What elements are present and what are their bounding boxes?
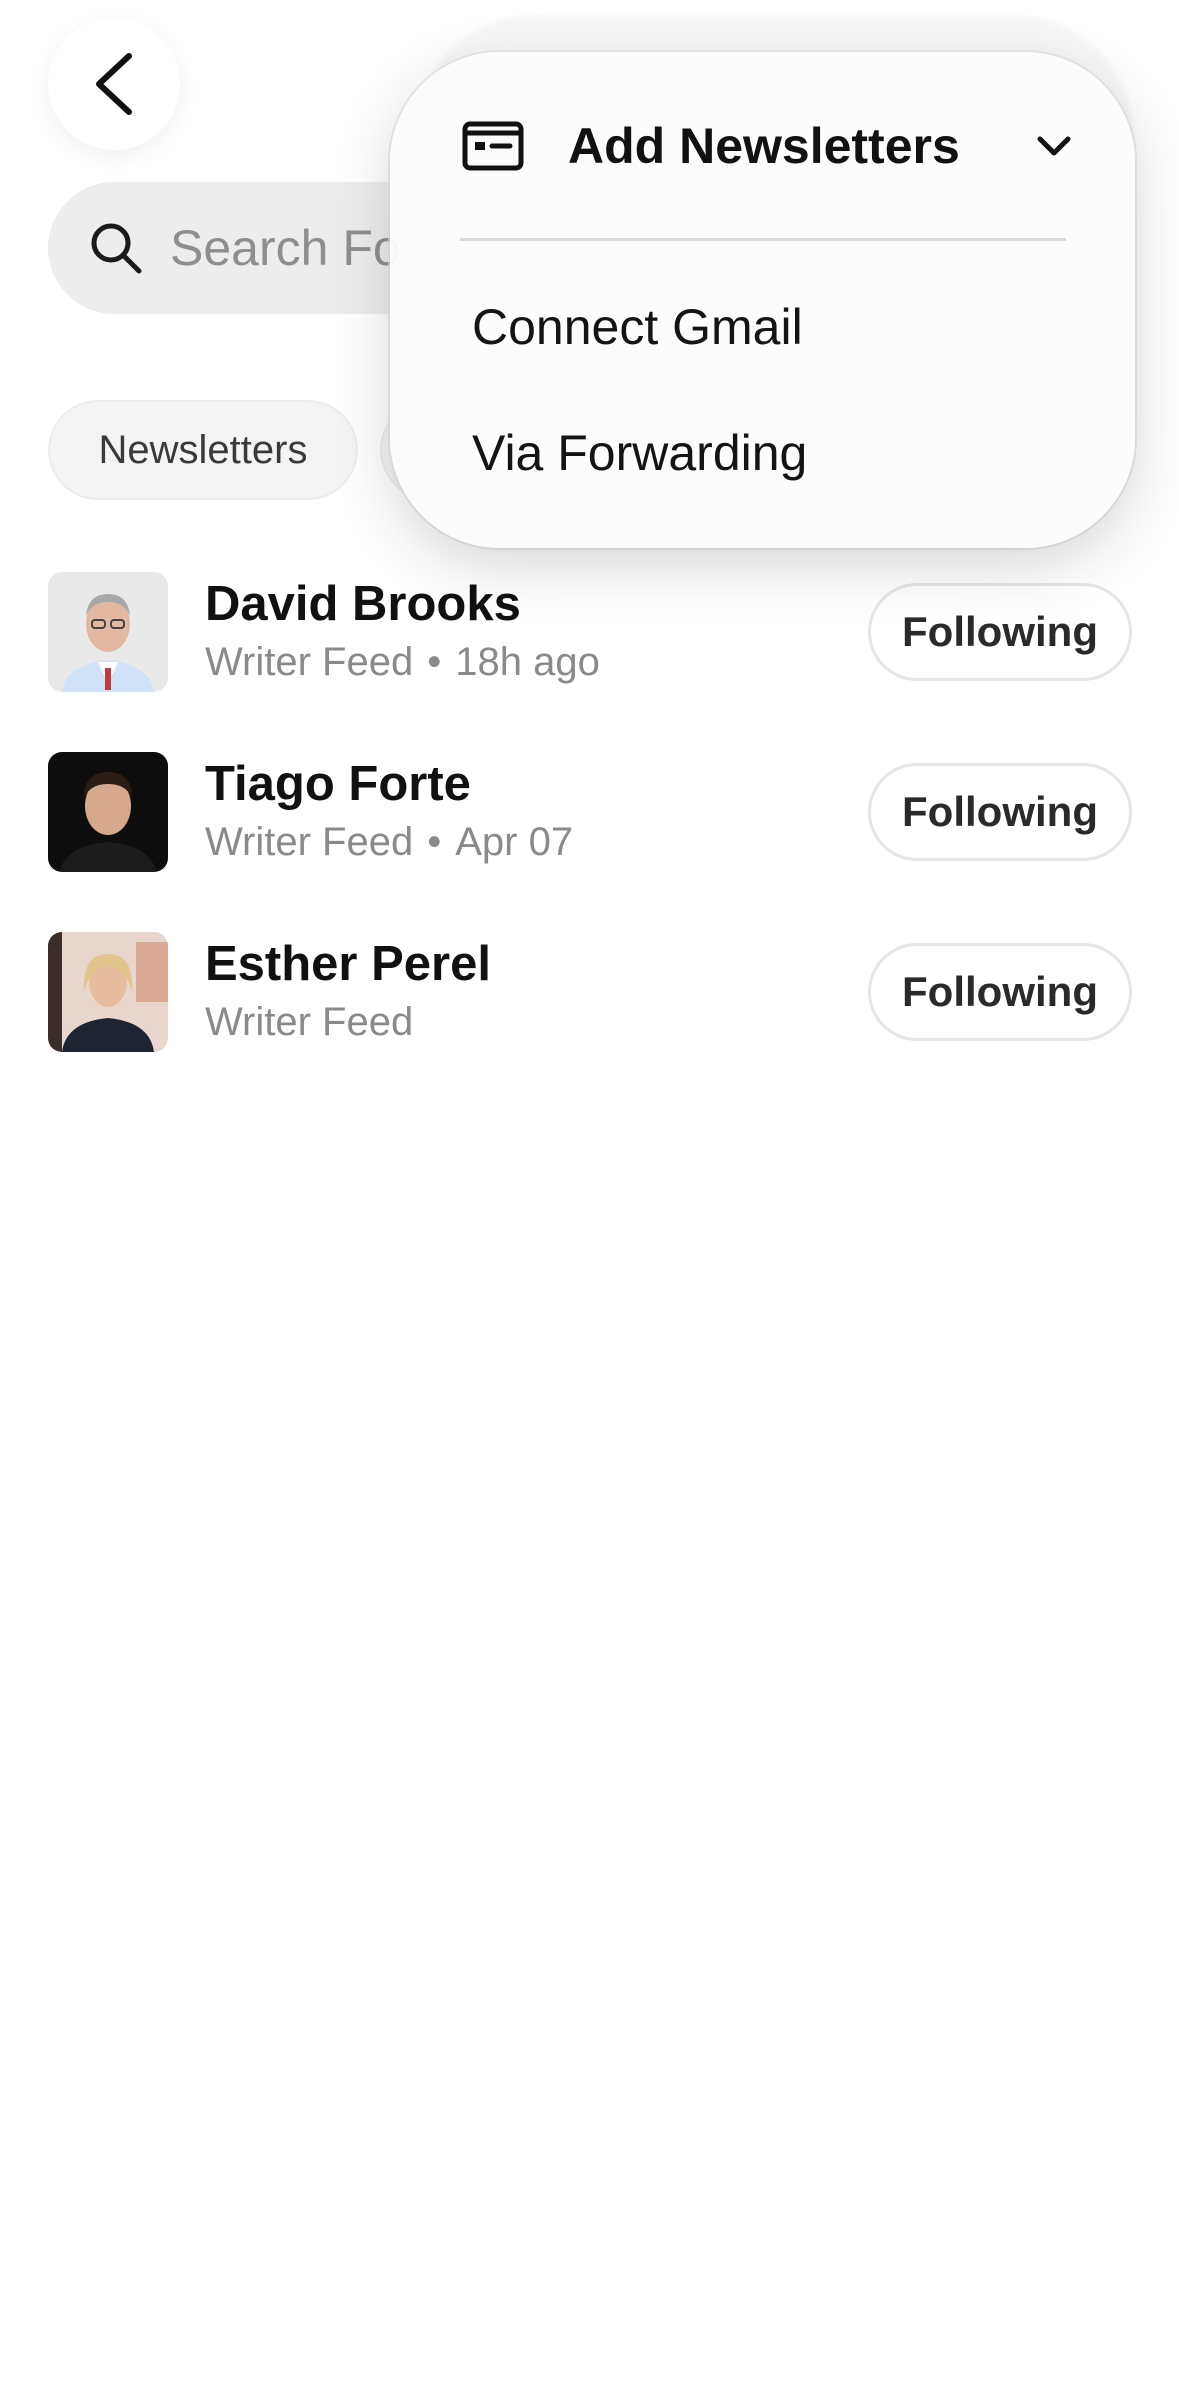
feed-name: Tiago Forte <box>205 757 471 811</box>
feed-meta: Writer Feed • Apr 07 <box>205 820 573 865</box>
following-button[interactable]: Following <box>868 763 1132 861</box>
avatar <box>48 572 168 692</box>
feed-source: Writer Feed <box>205 640 414 684</box>
filter-chip-newsletters[interactable]: Newsletters <box>48 400 358 500</box>
separator-dot: • <box>427 820 442 864</box>
menu-item-via-forwarding[interactable]: Via Forwarding <box>472 424 807 482</box>
feed-time: 18h ago <box>455 640 600 684</box>
avatar <box>48 932 168 1052</box>
back-button[interactable] <box>48 18 180 150</box>
chevron-down-icon[interactable] <box>1034 126 1074 166</box>
menu-header[interactable]: Add Newsletters <box>462 106 1071 186</box>
newsletter-card-icon <box>462 121 524 171</box>
chevron-left-icon <box>91 52 137 116</box>
list-item[interactable]: Esther Perel Writer Feed Following <box>48 932 1132 1052</box>
list-item[interactable]: David Brooks Writer Feed • 18h ago Followi… <box>48 572 1132 692</box>
menu-item-connect-gmail[interactable]: Connect Gmail <box>472 298 803 356</box>
menu-title: Add Newsletters <box>568 118 960 174</box>
following-button[interactable]: Following <box>868 583 1132 681</box>
feed-time: Apr 07 <box>455 820 574 864</box>
feed-name: Esther Perel <box>205 937 491 991</box>
search-placeholder: Search Fo <box>170 220 401 276</box>
menu-divider <box>460 238 1066 241</box>
feed-meta: Writer Feed • 18h ago <box>205 640 600 685</box>
feed-meta: Writer Feed <box>205 1000 413 1045</box>
add-newsletters-menu: Add Newsletters Connect Gmail Via Forwar… <box>390 52 1135 548</box>
feed-source: Writer Feed <box>205 820 414 864</box>
separator-dot: • <box>427 640 442 684</box>
avatar <box>48 752 168 872</box>
following-button[interactable]: Following <box>868 943 1132 1041</box>
feed-source: Writer Feed <box>205 1000 414 1044</box>
search-icon <box>88 220 144 276</box>
list-item[interactable]: Tiago Forte Writer Feed • Apr 07 Following <box>48 752 1132 872</box>
feed-name: David Brooks <box>205 577 521 631</box>
